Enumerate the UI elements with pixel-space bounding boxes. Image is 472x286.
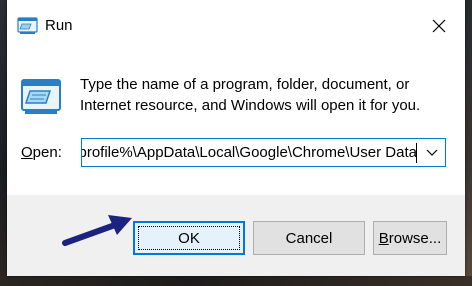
run-app-icon [17,17,38,34]
description-line-2: Internet resource, and Windows will open… [80,97,421,114]
browse-accelerator: B [378,229,389,247]
description-line-1: Type the name of a program, folder, docu… [80,76,410,93]
open-label-text: pen: [32,144,62,161]
dialog-content: Type the name of a program, folder, docu… [7,52,465,195]
window-title: Run [45,17,73,34]
open-input[interactable]: %userprofile%\AppData\Local\Google\Chrom… [82,144,417,162]
combobox-dropdown-button[interactable] [419,139,445,166]
text-caret [416,143,417,163]
chevron-down-icon [426,149,438,156]
browse-button-label: Browse... [379,230,442,247]
desktop-background-bottom [0,276,472,286]
run-dialog: Run Type the name of a program, folder, … [7,0,465,276]
arrow-icon [62,215,132,246]
browse-button[interactable]: Browse... [373,221,447,255]
close-icon[interactable] [427,14,451,38]
cancel-button-label: Cancel [285,229,333,247]
cancel-button[interactable]: Cancel [253,221,365,255]
ok-button[interactable]: OK [133,221,245,255]
desktop-background-right [465,0,472,286]
open-label-accelerator: O [21,144,33,161]
open-label: Open: [21,144,62,162]
browse-label-text: rowse... [388,229,442,247]
title-bar[interactable]: Run [7,0,465,52]
dialog-footer: OK Cancel Browse... [7,195,465,276]
open-combobox[interactable]: %userprofile%\AppData\Local\Google\Chrom… [81,138,446,167]
focus-rectangle [138,226,240,250]
desktop-background-left [0,0,7,286]
dialog-description: Type the name of a program, folder, docu… [80,74,450,116]
run-program-icon [21,79,61,114]
